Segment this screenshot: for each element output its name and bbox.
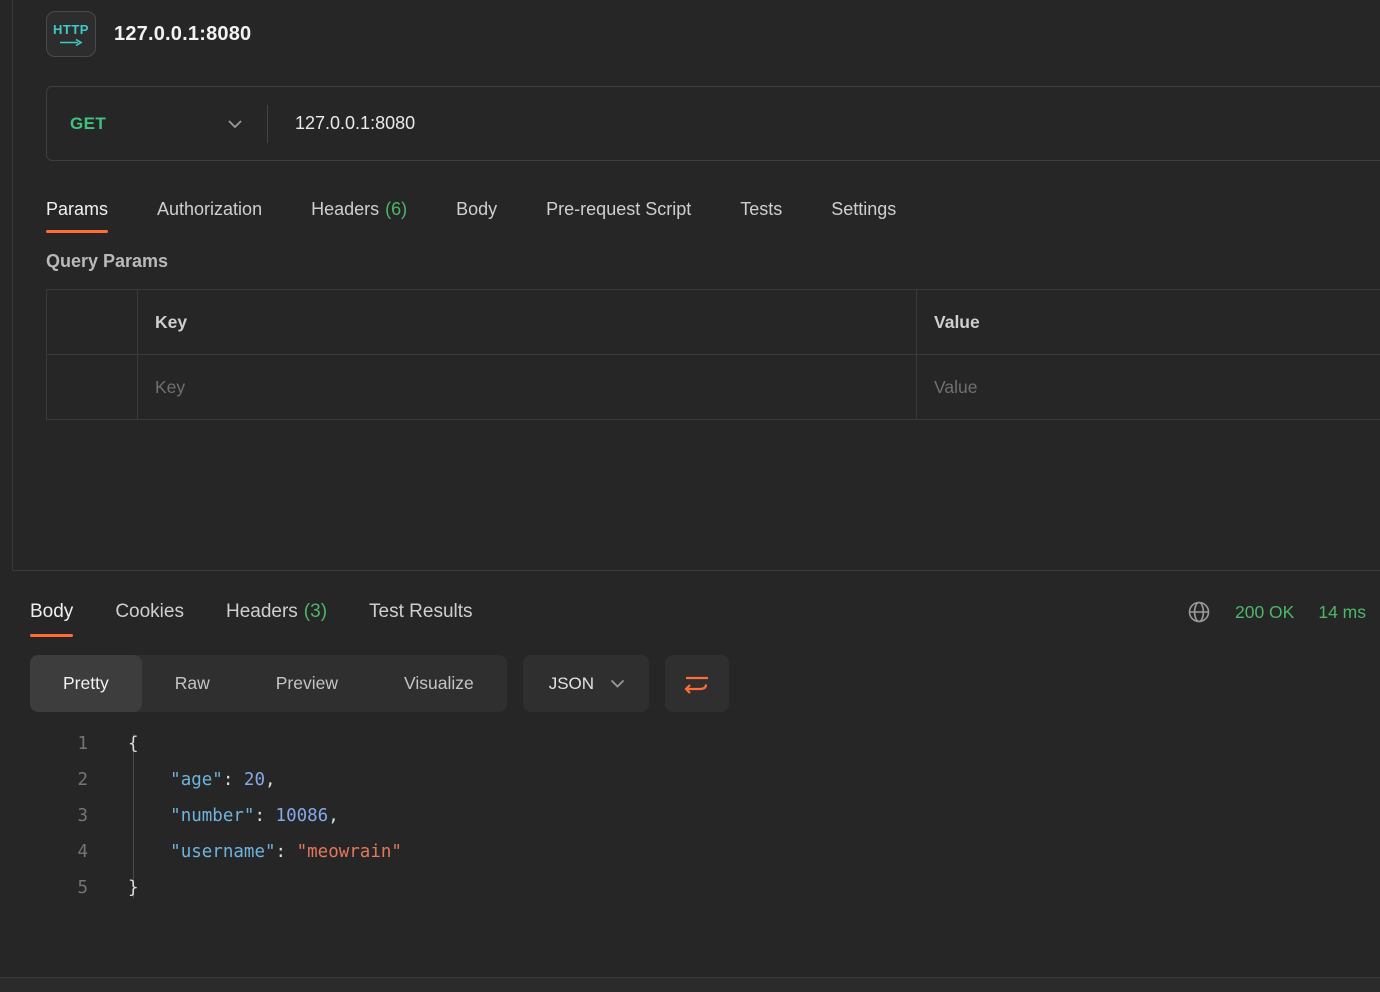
query-params-title: Query Params	[46, 251, 1380, 272]
request-pane: HTTP 127.0.0.1:8080 GET Params Authorizat…	[12, 0, 1380, 571]
response-view-tabs: PrettyRawPreviewVisualize	[30, 655, 507, 712]
code-text: "username": "meowrain"	[88, 834, 402, 870]
code-text: "number": 10086,	[88, 798, 339, 834]
line-number: 2	[30, 762, 88, 798]
request-tab-body[interactable]: Body	[456, 185, 497, 233]
params-value-header: Value	[917, 290, 1380, 354]
response-tab-cookies[interactable]: Cookies	[115, 587, 184, 637]
code-text: "age": 20,	[88, 762, 276, 798]
line-number: 4	[30, 834, 88, 870]
tab-label: Cookies	[115, 601, 184, 623]
tab-count: (6)	[385, 199, 407, 220]
response-view-row: PrettyRawPreviewVisualize JSON	[30, 655, 1368, 712]
code-line: 2 "age": 20,	[30, 762, 1368, 798]
params-input-row	[47, 355, 1380, 420]
status-bar	[0, 977, 1380, 992]
response-tab-body[interactable]: Body	[30, 587, 73, 637]
request-tab-params[interactable]: Params	[46, 185, 108, 233]
method-select[interactable]: GET	[47, 87, 267, 160]
code-lines: 1{2 "age": 20,3 "number": 10086,4 "usern…	[30, 726, 1368, 906]
tab-label: Headers	[226, 601, 298, 623]
view-tab-visualize[interactable]: Visualize	[371, 655, 507, 712]
code-line: 1{	[30, 726, 1368, 762]
line-wrap-button[interactable]	[665, 655, 729, 712]
response-meta: 200 OK 14 ms	[1187, 600, 1368, 624]
http-badge-label: HTTP	[53, 22, 89, 37]
request-tab-authorization[interactable]: Authorization	[157, 185, 262, 233]
tab-label: Body	[30, 601, 73, 623]
query-params-table: Key Value	[46, 289, 1380, 420]
format-label: JSON	[549, 674, 594, 694]
code-text: }	[88, 870, 139, 906]
response-time: 14 ms	[1318, 602, 1366, 623]
http-arrow-icon	[59, 39, 83, 46]
request-tab-pre-request-script[interactable]: Pre-request Script	[546, 185, 691, 233]
params-key-header: Key	[138, 290, 917, 354]
response-tab-headers[interactable]: Headers (3)	[226, 587, 327, 637]
request-tabs: Params Authorization Headers (6) Body Pre-req…	[46, 185, 1380, 233]
response-pane: Body Cookies Headers (3) Test Results 200 OK…	[0, 571, 1380, 977]
view-tab-pretty[interactable]: Pretty	[30, 655, 142, 712]
app-window: HTTP 127.0.0.1:8080 GET Params Authorizat…	[0, 0, 1380, 992]
request-tab-tests[interactable]: Tests	[740, 185, 782, 233]
tab-label: Headers	[311, 199, 379, 220]
request-header: HTTP 127.0.0.1:8080	[46, 8, 1380, 60]
code-line: 4 "username": "meowrain"	[30, 834, 1368, 870]
params-row-handle	[47, 355, 138, 419]
params-header-row: Key Value	[47, 290, 1380, 355]
response-tab-test-results[interactable]: Test Results	[369, 587, 472, 637]
tab-label: Params	[46, 199, 108, 220]
tab-label: Test Results	[369, 601, 472, 623]
response-tabs: Body Cookies Headers (3) Test Results	[30, 587, 473, 637]
line-number: 3	[30, 798, 88, 834]
request-title: 127.0.0.1:8080	[114, 23, 251, 46]
view-tab-raw[interactable]: Raw	[142, 655, 243, 712]
status-badge: 200 OK	[1235, 602, 1294, 623]
url-bar: GET	[46, 86, 1380, 161]
code-line: 5}	[30, 870, 1368, 906]
code-text: {	[88, 726, 139, 762]
method-label: GET	[70, 114, 106, 134]
param-value-input[interactable]	[934, 377, 1380, 398]
line-wrap-icon	[684, 673, 710, 695]
chevron-down-icon	[610, 679, 625, 688]
http-request-icon: HTTP	[46, 11, 96, 57]
network-globe-icon[interactable]	[1187, 600, 1211, 624]
view-tab-preview[interactable]: Preview	[243, 655, 371, 712]
tab-label: Authorization	[157, 199, 262, 220]
url-input[interactable]	[268, 87, 1380, 160]
tab-label: Pre-request Script	[546, 199, 691, 220]
response-body-code: 1{2 "age": 20,3 "number": 10086,4 "usern…	[30, 726, 1368, 906]
code-line: 3 "number": 10086,	[30, 798, 1368, 834]
line-number: 5	[30, 870, 88, 906]
line-number: 1	[30, 726, 88, 762]
param-key-input[interactable]	[155, 377, 916, 398]
request-tab-headers[interactable]: Headers (6)	[311, 185, 407, 233]
tab-label: Tests	[740, 199, 782, 220]
params-select-column	[47, 290, 138, 354]
chevron-down-icon	[227, 119, 243, 129]
tab-count: (3)	[304, 601, 327, 623]
request-tab-settings[interactable]: Settings	[831, 185, 896, 233]
tab-label: Settings	[831, 199, 896, 220]
format-select[interactable]: JSON	[523, 655, 649, 712]
response-tabs-row: Body Cookies Headers (3) Test Results 200 OK…	[30, 587, 1368, 637]
tab-label: Body	[456, 199, 497, 220]
